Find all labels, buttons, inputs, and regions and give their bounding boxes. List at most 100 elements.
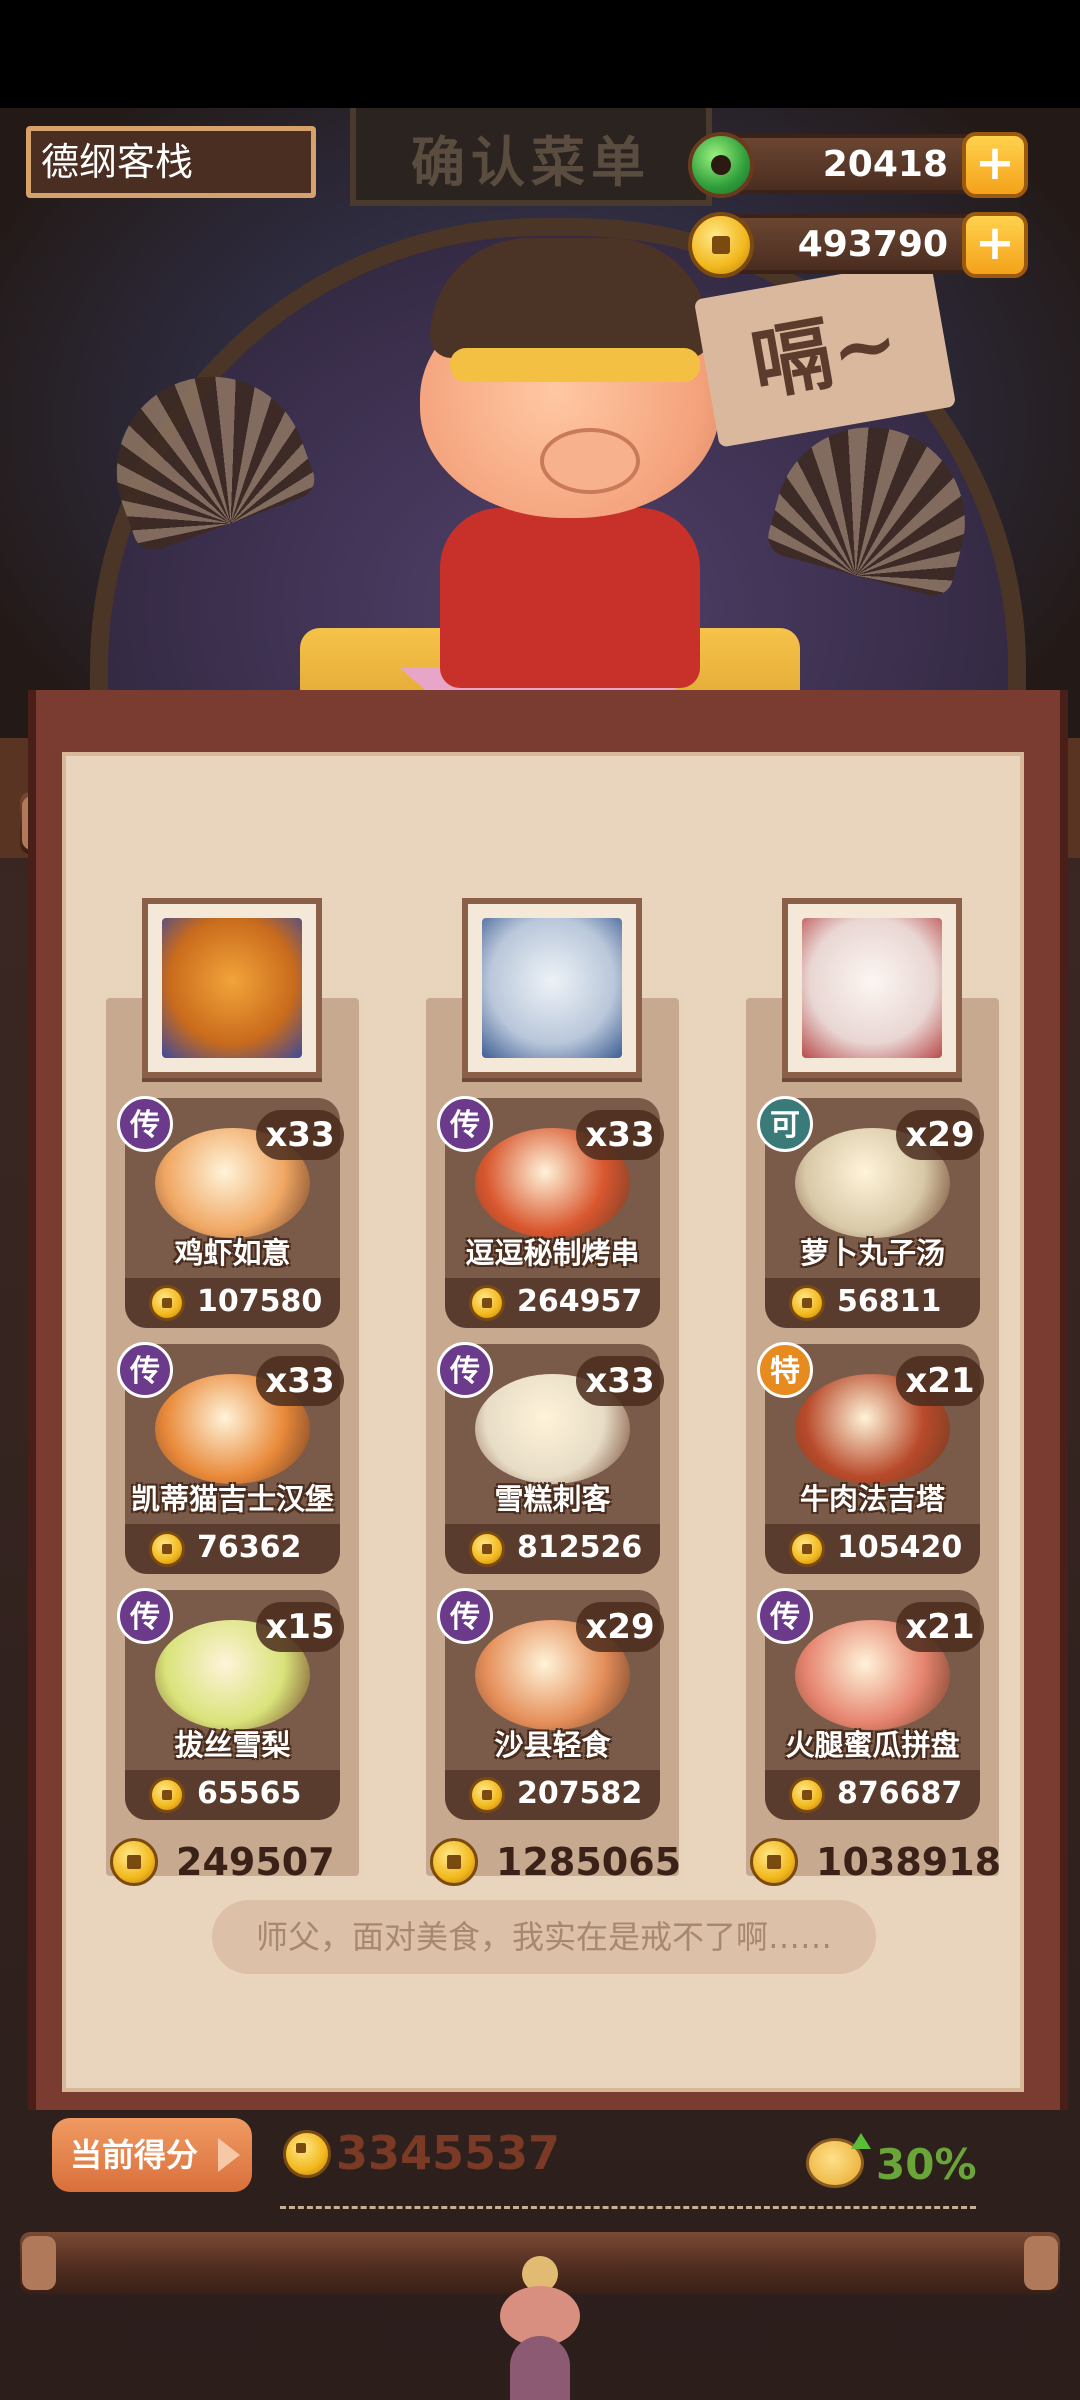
score-divider bbox=[280, 2206, 976, 2209]
coin-icon bbox=[789, 1777, 825, 1813]
coin-icon bbox=[469, 1285, 505, 1321]
current-score-value: 3345537 bbox=[336, 2126, 561, 2180]
dish-price-bar: 105420 bbox=[765, 1524, 980, 1574]
dish-price: 812526 bbox=[517, 1530, 643, 1565]
dish-price-bar: 207582 bbox=[445, 1770, 660, 1820]
dish-card[interactable]: 特 x21 牛肉法吉塔 105420 bbox=[757, 1342, 984, 1574]
guest-portrait-frame[interactable] bbox=[782, 898, 962, 1078]
dish-rarity-badge: 传 bbox=[437, 1096, 493, 1152]
inn-name-label[interactable]: 德纲客栈 bbox=[26, 126, 316, 198]
coin-icon bbox=[750, 1838, 798, 1886]
jade-icon bbox=[688, 132, 754, 198]
dish-price: 65565 bbox=[197, 1776, 302, 1811]
dish-name: 逗逗秘制烤串 bbox=[465, 1236, 640, 1270]
coin-icon bbox=[149, 1531, 185, 1567]
dish-card[interactable]: 传 x29 沙县轻食 207582 bbox=[437, 1588, 664, 1820]
dish-name: 拔丝雪梨 bbox=[174, 1728, 291, 1762]
dish-price: 876687 bbox=[837, 1776, 963, 1811]
dish-price: 107580 bbox=[197, 1284, 323, 1319]
dish-rarity-badge: 传 bbox=[437, 1342, 493, 1398]
pig-golden-headband bbox=[450, 348, 700, 382]
dish-card[interactable]: 传 x33 凯蒂猫吉士汉堡 76362 bbox=[117, 1342, 344, 1574]
dish-name: 沙县轻食 bbox=[494, 1728, 611, 1762]
guest-total-value: 249507 bbox=[176, 1840, 335, 1884]
dish-name: 凯蒂猫吉士汉堡 bbox=[130, 1482, 334, 1516]
knot-tassel bbox=[510, 2336, 570, 2400]
dish-card[interactable]: 传 x15 拔丝雪梨 65565 bbox=[117, 1588, 344, 1820]
dish-quantity: x33 bbox=[256, 1356, 344, 1406]
dish-card[interactable]: 传 x33 雪糕刺客 812526 bbox=[437, 1342, 664, 1574]
dish-name: 雪糕刺客 bbox=[494, 1482, 611, 1516]
dish-price-bar: 876687 bbox=[765, 1770, 980, 1820]
rod-cap-right-bottom bbox=[1024, 2236, 1058, 2290]
guest-total-value: 1285065 bbox=[496, 1840, 682, 1884]
dish-price: 56811 bbox=[837, 1284, 942, 1319]
dish-quantity: x15 bbox=[256, 1602, 344, 1652]
dish-rarity-badge: 传 bbox=[117, 1588, 173, 1644]
coin-icon bbox=[149, 1777, 185, 1813]
guest-portrait-frame[interactable] bbox=[462, 898, 642, 1078]
pig-character-hat bbox=[430, 238, 710, 358]
jade-amount: 20418 bbox=[822, 144, 948, 185]
dish-price-bar: 264957 bbox=[445, 1278, 660, 1328]
dish-card[interactable]: 传 x33 逗逗秘制烤串 264957 bbox=[437, 1096, 664, 1328]
dish-rarity-badge: 传 bbox=[757, 1588, 813, 1644]
dish-quantity: x29 bbox=[896, 1110, 984, 1160]
coin-icon bbox=[149, 1285, 185, 1321]
chinese-knot-decoration bbox=[490, 2256, 590, 2400]
coin-icon bbox=[430, 1838, 478, 1886]
score-bonus-percent: 30% bbox=[876, 2140, 977, 2189]
dish-price-bar: 107580 bbox=[125, 1278, 340, 1328]
dish-quantity: x33 bbox=[576, 1110, 664, 1160]
disciple-quote: 师父，面对美食，我实在是戒不了啊…… bbox=[212, 1900, 876, 1974]
dish-quantity: x21 bbox=[896, 1356, 984, 1406]
dish-card[interactable]: 可 x29 萝卜丸子汤 56811 bbox=[757, 1096, 984, 1328]
dish-rarity-badge: 特 bbox=[757, 1342, 813, 1398]
pig-snout bbox=[540, 428, 640, 494]
guest-portrait-frame[interactable] bbox=[142, 898, 322, 1078]
dish-card[interactable]: 传 x21 火腿蜜瓜拼盘 876687 bbox=[757, 1588, 984, 1820]
coin-currency-bar: 493790 + bbox=[688, 212, 1028, 278]
dish-price: 207582 bbox=[517, 1776, 643, 1811]
add-coin-button[interactable]: + bbox=[962, 212, 1028, 278]
dish-price: 105420 bbox=[837, 1530, 963, 1565]
dish-quantity: x21 bbox=[896, 1602, 984, 1652]
dish-rarity-badge: 传 bbox=[437, 1588, 493, 1644]
coin-icon bbox=[469, 1531, 505, 1567]
coin-icon bbox=[688, 212, 754, 278]
score-coin-icon bbox=[283, 2130, 331, 2178]
dish-name: 牛肉法吉塔 bbox=[799, 1482, 945, 1516]
dish-rarity-badge: 传 bbox=[117, 1096, 173, 1152]
menu-sign-text: 确认菜单 bbox=[411, 130, 651, 194]
guest-total-value: 1038918 bbox=[816, 1840, 1002, 1884]
dish-name: 萝卜丸子汤 bbox=[799, 1236, 945, 1270]
white-hair-guest-portrait bbox=[802, 918, 942, 1058]
rod-cap-left-bottom bbox=[22, 2236, 56, 2290]
bear-guest-portrait bbox=[162, 918, 302, 1058]
coin-amount: 493790 bbox=[797, 224, 948, 265]
coin-icon bbox=[789, 1285, 825, 1321]
current-score-label: 当前得分 bbox=[52, 2118, 252, 2192]
dish-rarity-badge: 可 bbox=[757, 1096, 813, 1152]
dish-quantity: x33 bbox=[576, 1356, 664, 1406]
coin-icon bbox=[110, 1838, 158, 1886]
coin-icon bbox=[469, 1777, 505, 1813]
dish-price: 264957 bbox=[517, 1284, 643, 1319]
dish-price-bar: 65565 bbox=[125, 1770, 340, 1820]
dish-card[interactable]: 传 x33 鸡虾如意 107580 bbox=[117, 1096, 344, 1328]
dish-name: 火腿蜜瓜拼盘 bbox=[785, 1728, 960, 1762]
menu-sign-board: 确认菜单 bbox=[350, 108, 712, 206]
dish-price-bar: 812526 bbox=[445, 1524, 660, 1574]
bonus-pot-icon bbox=[806, 2133, 871, 2188]
add-jade-button[interactable]: + bbox=[962, 132, 1028, 198]
pig-character-body bbox=[440, 508, 700, 688]
coin-icon bbox=[789, 1531, 825, 1567]
dish-rarity-badge: 传 bbox=[117, 1342, 173, 1398]
jade-currency-bar: 20418 + bbox=[688, 132, 1028, 198]
dish-name: 鸡虾如意 bbox=[174, 1236, 291, 1270]
dish-quantity: x29 bbox=[576, 1602, 664, 1652]
dish-price: 76362 bbox=[197, 1530, 302, 1565]
dish-quantity: x33 bbox=[256, 1110, 344, 1160]
dish-price-bar: 56811 bbox=[765, 1278, 980, 1328]
dish-price-bar: 76362 bbox=[125, 1524, 340, 1574]
